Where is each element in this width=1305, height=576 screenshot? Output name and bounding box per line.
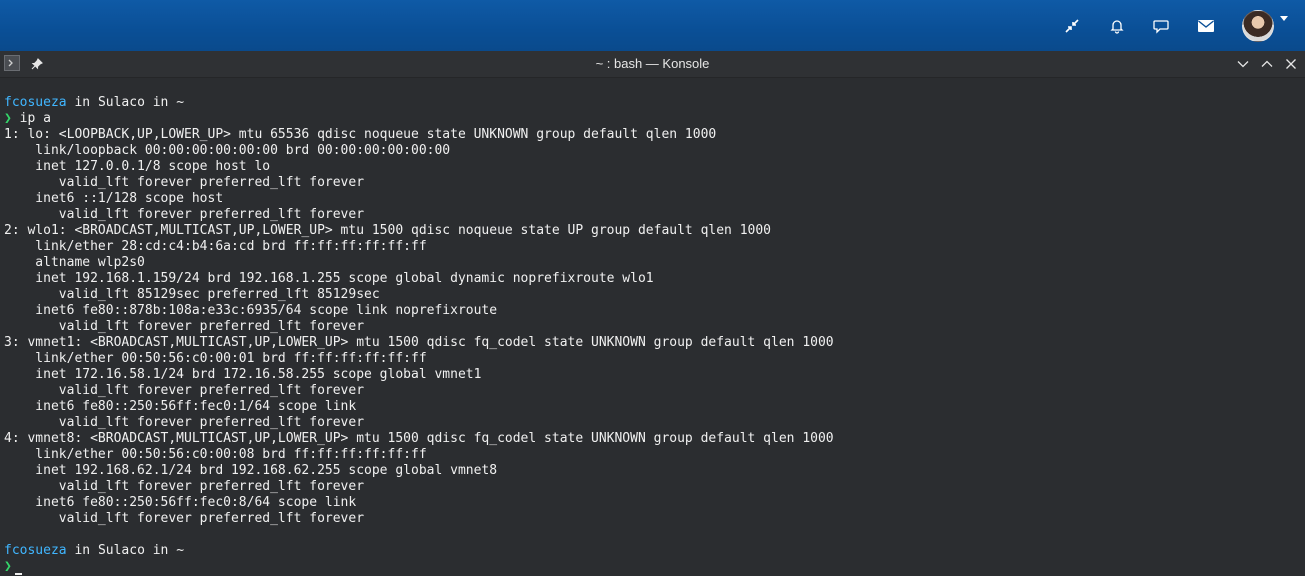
output-line: 2: wlo1: <BROADCAST,MULTICAST,UP,LOWER_U… <box>4 223 772 238</box>
input-line[interactable]: ❯ <box>4 559 22 575</box>
prompt-line: fcosueza in Sulaco in ~ <box>4 543 184 559</box>
prompt-user: fcosueza <box>4 95 67 110</box>
output-line: valid_lft forever preferred_lft forever <box>4 207 365 222</box>
output-line: valid_lft 85129sec preferred_lft 85129se… <box>4 287 380 302</box>
output-line: valid_lft forever preferred_lft forever <box>4 415 365 430</box>
output-line: 4: vmnet8: <BROADCAST,MULTICAST,UP,LOWER… <box>4 431 834 446</box>
prompt-in: in <box>144 543 177 558</box>
output-line: inet 172.16.58.1/24 brd 172.16.58.255 sc… <box>4 367 482 382</box>
output-line: inet6 fe80::250:56ff:fec0:8/64 scope lin… <box>4 495 357 510</box>
output-line: link/ether 28:cd:c4:b4:6a:cd brd ff:ff:f… <box>4 239 427 254</box>
output-line: altname wlp2s0 <box>4 255 145 270</box>
output-line: inet6 fe80::250:56ff:fec0:1/64 scope lin… <box>4 399 357 414</box>
output-line: inet 192.168.1.159/24 brd 192.168.1.255 … <box>4 271 654 286</box>
prompt-in: in <box>66 95 98 110</box>
maximize-window-icon[interactable] <box>1258 55 1276 73</box>
command-line: ❯ ip a <box>4 111 51 127</box>
prompt-host: Sulaco <box>97 543 145 558</box>
close-window-icon[interactable] <box>1282 55 1300 73</box>
bell-icon[interactable] <box>1106 15 1128 37</box>
output-line: inet6 ::1/128 scope host <box>4 191 224 206</box>
output-line: 3: vmnet1: <BROADCAST,MULTICAST,UP,LOWER… <box>4 335 834 350</box>
output-line: valid_lft forever preferred_lft forever <box>4 383 365 398</box>
prompt-in: in <box>66 543 98 558</box>
output-line: inet 192.168.62.1/24 brd 192.168.62.255 … <box>4 463 498 478</box>
prompt-arrow-icon: ❯ <box>4 111 12 126</box>
prompt-line: fcosueza in Sulaco in ~ <box>4 95 184 111</box>
chevron-down-icon[interactable] <box>1280 16 1288 21</box>
output-line: inet6 fe80::878b:108a:e33c:6935/64 scope… <box>4 303 498 318</box>
prompt-dir: ~ <box>176 543 185 558</box>
prompt-arrow-icon: ❯ <box>4 559 12 574</box>
output-line: valid_lft forever preferred_lft forever <box>4 479 365 494</box>
output-line: valid_lft forever preferred_lft forever <box>4 175 365 190</box>
top-panel <box>0 0 1305 51</box>
output-line: valid_lft forever preferred_lft forever <box>4 319 365 334</box>
prompt-user: fcosueza <box>4 543 67 558</box>
terminal-area[interactable]: fcosueza in Sulaco in ~ ❯ ip a 1: lo: <L… <box>0 78 1305 576</box>
output-line: 1: lo: <LOOPBACK,UP,LOWER_UP> mtu 65536 … <box>4 127 717 142</box>
output-line: link/ether 00:50:56:c0:00:01 brd ff:ff:f… <box>4 351 427 366</box>
user-avatar[interactable] <box>1242 10 1274 42</box>
minimize-arrows-icon[interactable] <box>1061 15 1083 37</box>
output-line: valid_lft forever preferred_lft forever <box>4 511 365 526</box>
prompt-dir: ~ <box>176 95 185 110</box>
chat-bubble-icon[interactable] <box>1150 15 1172 37</box>
text-cursor <box>14 573 22 575</box>
window-title: ~ : bash — Konsole <box>595 56 710 71</box>
window-titlebar[interactable]: ~ : bash — Konsole <box>0 51 1305 78</box>
mail-icon[interactable] <box>1195 15 1217 37</box>
prompt-in: in <box>144 95 177 110</box>
prompt-host: Sulaco <box>97 95 145 110</box>
output-line: link/ether 00:50:56:c0:00:08 brd ff:ff:f… <box>4 447 427 462</box>
minimize-window-icon[interactable] <box>1234 55 1252 73</box>
command-text: ip a <box>11 111 51 126</box>
output-line: inet 127.0.0.1/8 scope host lo <box>4 159 271 174</box>
output-line: link/loopback 00:00:00:00:00:00 brd 00:0… <box>4 143 451 158</box>
